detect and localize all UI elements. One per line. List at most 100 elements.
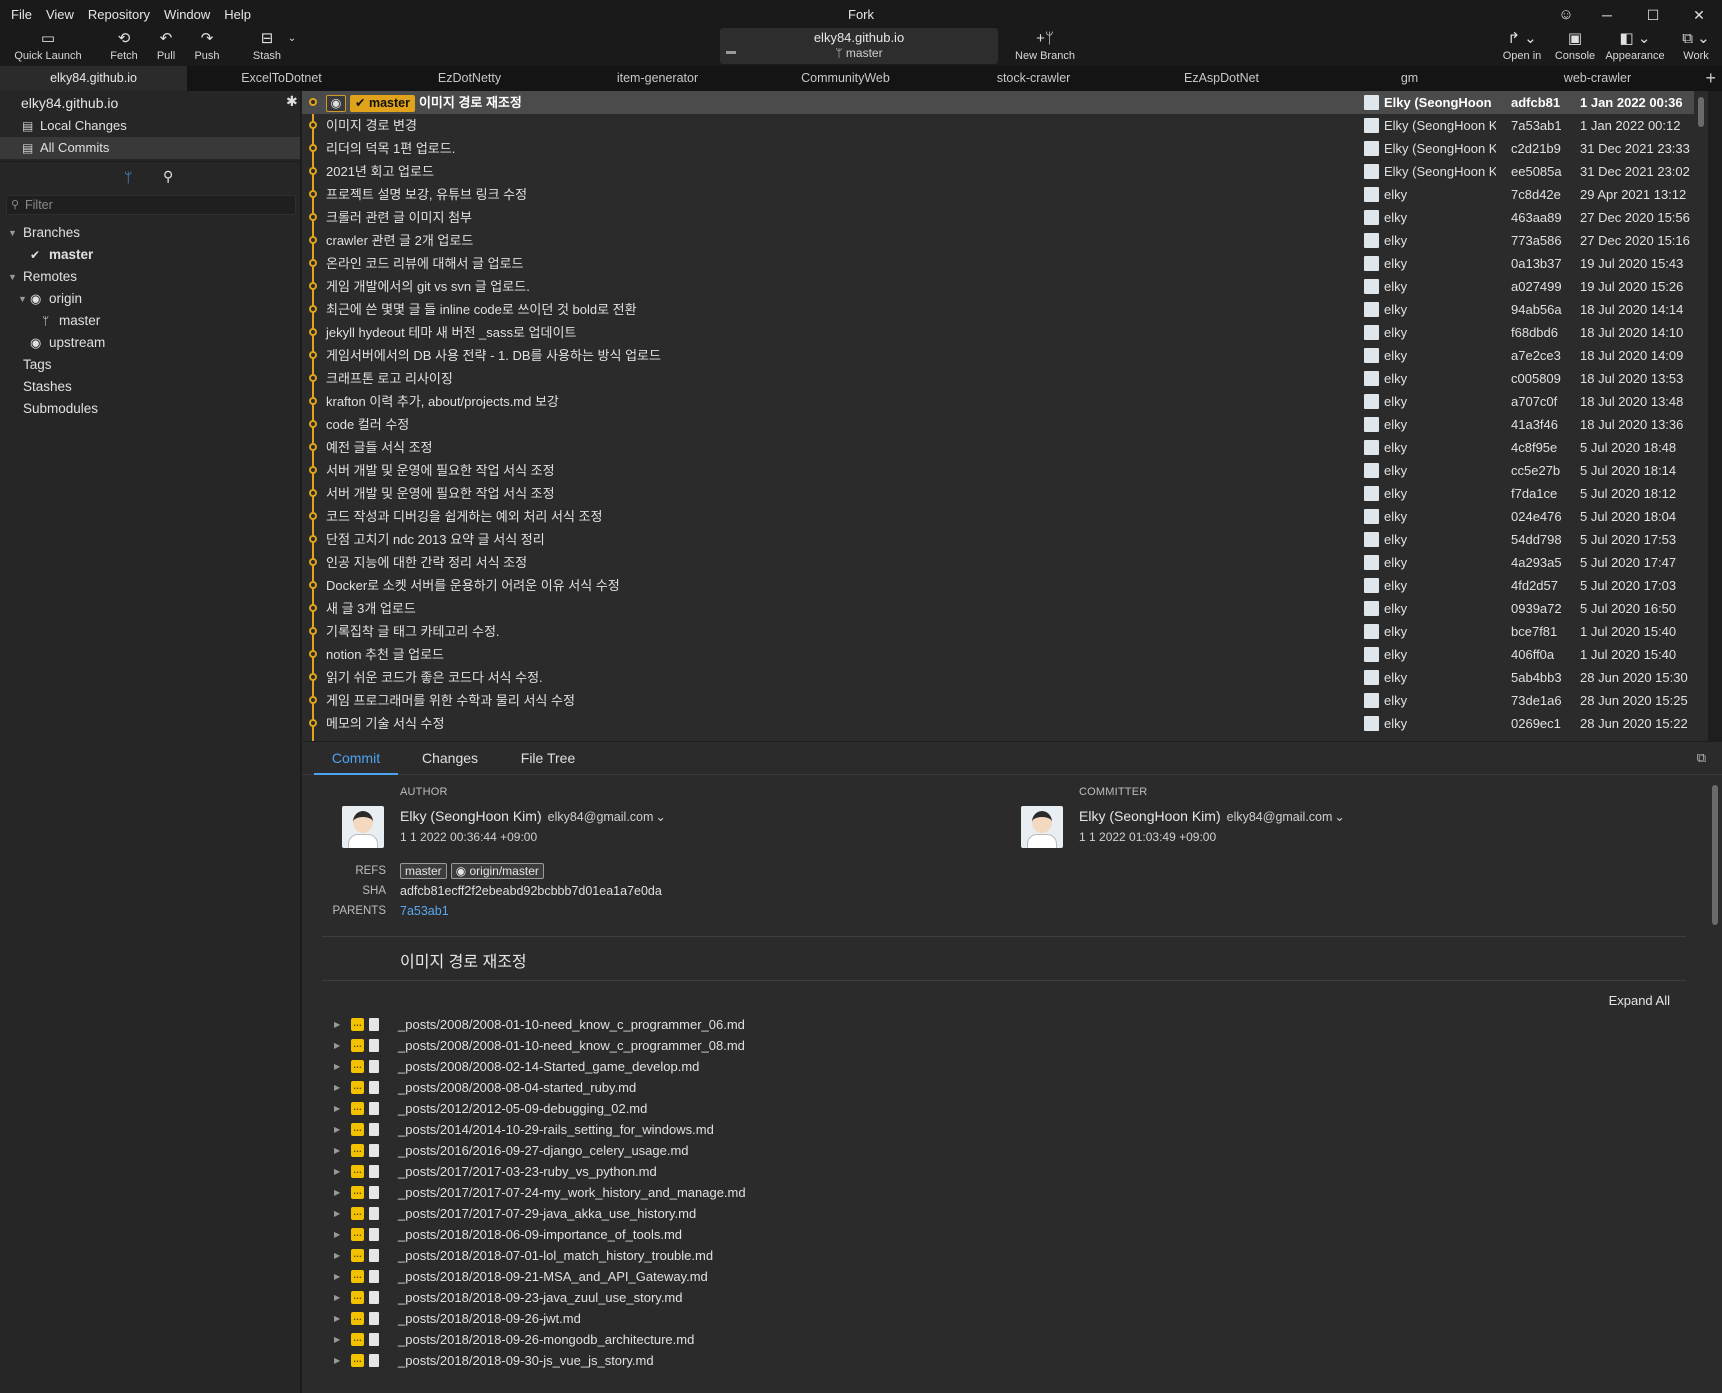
sidebar-item-local-changes[interactable]: ▤ Local Changes — [0, 115, 300, 137]
commit-row[interactable]: 2021년 회고 업로드 Elky (SeongHoon Kim) ee5085a 3… — [302, 160, 1708, 183]
committer-email[interactable]: elky84@gmail.com — [1227, 810, 1333, 824]
branches-mode-icon[interactable]: ᛘ — [124, 169, 132, 185]
appearance-button[interactable]: ◧ ⌄ Appearance — [1604, 30, 1666, 66]
tab-item-generator[interactable]: item-generator — [564, 66, 752, 91]
tab-commit[interactable]: Commit — [314, 742, 398, 775]
commit-row[interactable]: 온라인 코드 리뷰에 대해서 글 업로드 elky 0a13b37 19 Jul 20… — [302, 252, 1708, 275]
expand-arrow-icon[interactable]: ▶ — [334, 1265, 340, 1288]
expand-arrow-icon[interactable]: ▶ — [334, 1181, 340, 1204]
detail-scrollbar[interactable] — [1708, 775, 1722, 1393]
changed-file-row[interactable]: ▶ … _posts/2008/2008-08-04-started_ruby.md — [302, 1076, 1702, 1099]
tree-remotes[interactable]: ▼ Remotes — [0, 266, 300, 288]
expand-arrow-icon[interactable]: ▶ — [334, 1328, 340, 1351]
commit-row[interactable]: notion 추천 글 업로드 elky 406ff0a 1 Jul 2020 15:… — [302, 643, 1708, 666]
chevron-down-icon[interactable]: ⌄ — [655, 810, 665, 824]
commit-row[interactable]: 게임서버에서의 DB 사용 전략 - 1. DB를 사용하는 방식 업로드 elk… — [302, 344, 1708, 367]
changed-file-row[interactable]: ▶ … _posts/2017/2017-03-23-ruby_vs_python.… — [302, 1160, 1702, 1183]
changed-file-row[interactable]: ▶ … _posts/2018/2018-09-26-jwt.md — [302, 1307, 1702, 1330]
stash-button[interactable]: ⊟ Stash — [250, 30, 284, 66]
commit-row[interactable]: krafton 이력 추가, about/projects.md 보강 elky a… — [302, 390, 1708, 413]
sidebar-item-all-commits[interactable]: ▤ All Commits — [0, 137, 300, 159]
expand-all-button[interactable]: Expand All — [1609, 993, 1670, 1008]
tree-stashes[interactable]: Stashes — [0, 376, 300, 398]
changed-file-row[interactable]: ▶ … _posts/2018/2018-09-21-MSA_and_API_Gat… — [302, 1265, 1702, 1288]
head-branch-badge[interactable]: ✔ master — [350, 95, 415, 113]
commit-row[interactable]: ◉✔ master이미지 경로 재조정Elky (SeongHoon Kim)a… — [302, 91, 1708, 114]
ref-master[interactable]: master — [400, 863, 447, 879]
pull-button[interactable]: ↶ Pull — [150, 30, 182, 66]
expand-arrow-icon[interactable]: ▶ — [334, 1307, 340, 1330]
tab-gm[interactable]: gm — [1316, 66, 1504, 91]
scrollbar-thumb[interactable] — [1698, 97, 1704, 127]
menu-window[interactable]: Window — [157, 0, 217, 30]
author-email[interactable]: elky84@gmail.com — [548, 810, 654, 824]
expand-arrow-icon[interactable]: ▶ — [334, 1118, 340, 1141]
ref-origin-master[interactable]: ◉ origin/master — [450, 863, 544, 879]
tab-changes[interactable]: Changes — [410, 742, 490, 775]
commit-row[interactable]: jekyll hydeout 테마 새 버전 _sass로 업데이트 elky f6… — [302, 321, 1708, 344]
tree-remote-upstream[interactable]: ◉ upstream — [0, 332, 300, 354]
changed-file-row[interactable]: ▶ … _posts/2014/2014-10-29-rails_setting_f… — [302, 1118, 1702, 1141]
expand-arrow-icon[interactable]: ▶ — [334, 1034, 340, 1057]
tab-communityweb[interactable]: CommunityWeb — [752, 66, 940, 91]
fetch-button[interactable]: ⟲ Fetch — [104, 30, 144, 66]
tab-elky84-github-io[interactable]: elky84.github.io — [0, 66, 188, 91]
menu-help[interactable]: Help — [217, 0, 258, 30]
menu-view[interactable]: View — [39, 0, 81, 30]
changed-file-row[interactable]: ▶ … _posts/2018/2018-09-30-js_vue_js_story… — [302, 1349, 1702, 1372]
expand-arrow-icon[interactable]: ▶ — [334, 1223, 340, 1246]
commit-row[interactable]: 서버 개발 및 운영에 필요한 작업 서식 조정 elky cc5e27b 5 Jul… — [302, 459, 1708, 482]
expand-arrow-icon[interactable]: ▶ — [334, 1349, 340, 1372]
close-icon[interactable]: ✕ — [1676, 0, 1722, 30]
menu-file[interactable]: File — [4, 0, 39, 30]
changed-file-row[interactable]: ▶ … _posts/2018/2018-09-26-mongodb_archite… — [302, 1328, 1702, 1351]
commit-row[interactable]: 프로젝트 설명 보강, 유튜브 링크 수정 elky 7c8d42e 29 Apr 2… — [302, 183, 1708, 206]
expand-arrow-icon[interactable]: ▶ — [334, 1097, 340, 1120]
tab-ezdotnetty[interactable]: EzDotNetty — [376, 66, 564, 91]
commit-row[interactable]: code 컬러 수정 elky 41a3f46 18 Jul 2020 13:36 — [302, 413, 1708, 436]
commit-row[interactable]: 크롤러 관련 글 이미지 첨부 elky 463aa89 27 Dec 2020 15… — [302, 206, 1708, 229]
tree-submodules[interactable]: Submodules — [0, 398, 300, 420]
chevron-down-icon[interactable]: ⌄ — [1334, 810, 1344, 824]
menu-repository[interactable]: Repository — [81, 0, 157, 30]
changed-file-row[interactable]: ▶ … _posts/2017/2017-07-29-java_akka_use_h… — [302, 1202, 1702, 1225]
commit-row[interactable]: 리더의 덕목 1편 업로드. Elky (SeongHoon Kim) c2d21b… — [302, 137, 1708, 160]
add-tab-icon[interactable]: + — [1705, 66, 1716, 91]
changed-file-row[interactable]: ▶ … _posts/2008/2008-01-10-need_know_c_pro… — [302, 1034, 1702, 1057]
open-in-button[interactable]: ↱ ⌄ Open in — [1498, 30, 1546, 66]
commit-row[interactable]: 게임 프로그래머를 위한 수학과 물리 서식 수정 elky 73de1a6 28 J… — [302, 689, 1708, 712]
stash-dropdown[interactable]: ⌄ — [286, 30, 298, 66]
parent-link[interactable]: 7a53ab1 — [400, 904, 449, 918]
commit-row[interactable]: 기록집착 글 태그 카테고리 수정. elky bce7f81 1 Jul 2020 … — [302, 620, 1708, 643]
commit-row[interactable]: 이미지 경로 변경 Elky (SeongHoon Kim) 7a53ab1 1 Ja… — [302, 114, 1708, 137]
settings-gear-icon[interactable]: ✱ — [286, 93, 298, 110]
changed-file-row[interactable]: ▶ … _posts/2018/2018-07-01-lol_match_histo… — [302, 1244, 1702, 1267]
feedback-smile-icon[interactable]: ☺ — [1548, 0, 1584, 30]
commit-list-scrollbar[interactable] — [1694, 91, 1708, 741]
tab-file-tree[interactable]: File Tree — [506, 742, 590, 775]
expand-arrow-icon[interactable]: ▶ — [334, 1076, 340, 1099]
expand-arrow-icon[interactable]: ▶ — [334, 1244, 340, 1267]
tree-tags[interactable]: Tags — [0, 354, 300, 376]
changed-file-row[interactable]: ▶ … _posts/2016/2016-09-27-django_celery_u… — [302, 1139, 1702, 1162]
new-branch-button[interactable]: +ᛘ New Branch — [1010, 30, 1080, 66]
commit-row[interactable]: 메모의 기술 서식 수정 elky 0269ec1 28 Jun 2020 15:22 — [302, 712, 1708, 735]
commit-row[interactable]: 게임 개발에서의 git vs svn 글 업로드. elky a027499 19 … — [302, 275, 1708, 298]
maximize-icon[interactable]: ☐ — [1630, 0, 1676, 30]
commit-row[interactable]: 단점 고치기 ndc 2013 요약 글 서식 정리 elky 54dd798 5 J… — [302, 528, 1708, 551]
changed-file-row[interactable]: ▶ … _posts/2012/2012-05-09-debugging_02.md — [302, 1097, 1702, 1120]
commit-row[interactable]: 인공 지능에 대한 간략 정리 서식 조정 elky 4a293a5 5 Jul 20… — [302, 551, 1708, 574]
workspace-button[interactable]: ⧉ ⌄ Work — [1676, 30, 1716, 66]
changed-file-row[interactable]: ▶ … _posts/2008/2008-02-14-Started_game_de… — [302, 1055, 1702, 1078]
search-icon[interactable]: ⚲ — [163, 168, 173, 185]
commit-row[interactable]: 예전 글들 서식 조정 elky 4c8f95e 5 Jul 2020 18:48 — [302, 436, 1708, 459]
tab-exceltodotnet[interactable]: ExcelToDotnet — [188, 66, 376, 91]
popout-icon[interactable]: ⧉ — [1697, 750, 1706, 766]
changed-file-row[interactable]: ▶ … _posts/2017/2017-07-24-my_work_history… — [302, 1181, 1702, 1204]
tree-remote-origin[interactable]: ▼ ◉ origin — [0, 288, 300, 310]
commit-row[interactable]: 읽기 쉬운 코드가 좋은 코드다 서식 수정. elky 5ab4bb3 28 Jun… — [302, 666, 1708, 689]
tree-branch-master[interactable]: ✔ master — [0, 244, 300, 266]
changed-file-row[interactable]: ▶ … _posts/2018/2018-09-23-java_zuul_use_s… — [302, 1286, 1702, 1309]
commit-row[interactable]: Docker로 소켓 서버를 운용하기 어려운 이유 서식 수정 elky 4fd2… — [302, 574, 1708, 597]
commit-row[interactable]: 새 글 3개 업로드 elky 0939a72 5 Jul 2020 16:50 — [302, 597, 1708, 620]
